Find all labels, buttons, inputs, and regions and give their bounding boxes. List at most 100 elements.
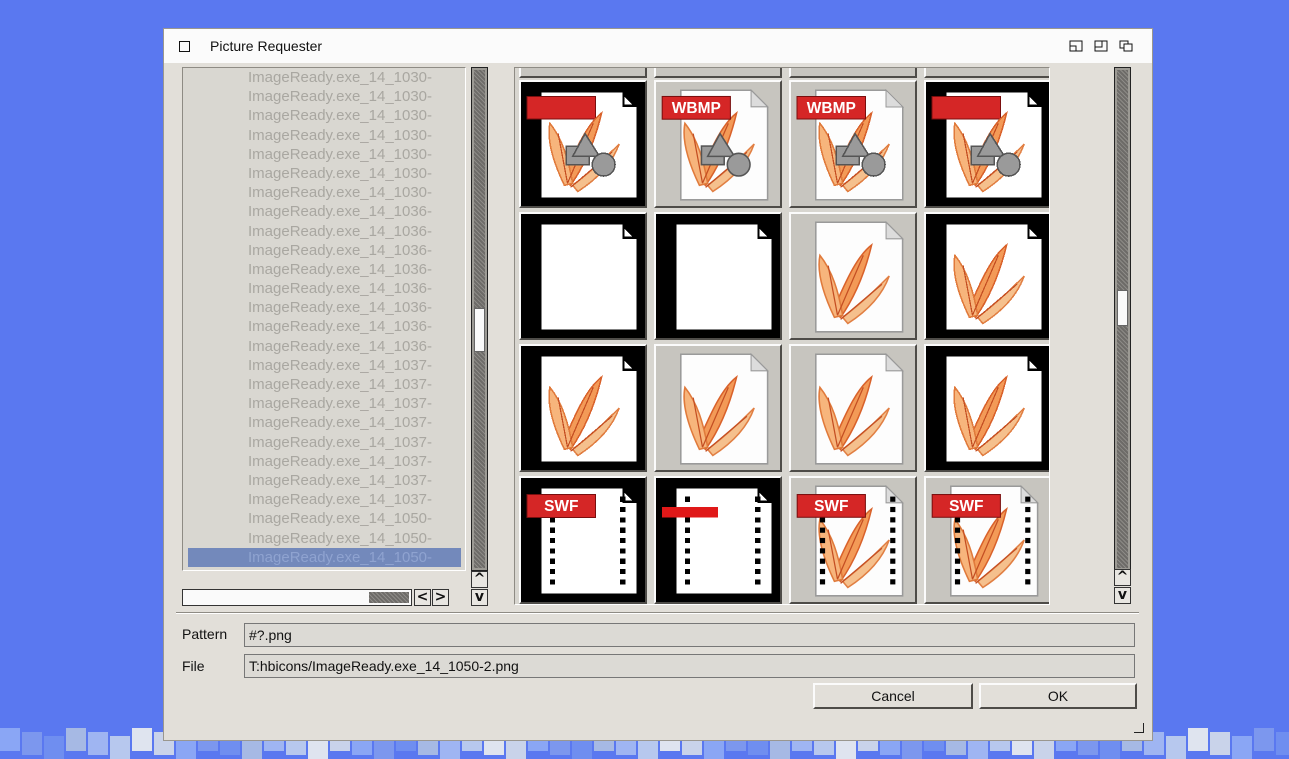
file-list-item[interactable]: ImageReady.exe_14_1030- bbox=[183, 87, 465, 106]
image-thumbnail-icon bbox=[656, 478, 780, 602]
file-list-item[interactable]: ImageReady.exe_14_1030- bbox=[183, 106, 465, 125]
thumbnail-cell[interactable] bbox=[789, 212, 917, 340]
svg-text:SWF: SWF bbox=[544, 498, 578, 515]
file-list-item[interactable]: ImageReady.exe_14_1037- bbox=[183, 394, 465, 413]
file-list-item[interactable]: ImageReady.exe_14_1037- bbox=[183, 356, 465, 375]
thumbnail-grid[interactable]: WBMP WBMP SWF SWF SWF bbox=[514, 67, 1050, 605]
desktop-tile bbox=[1254, 728, 1274, 751]
image-thumbnail-icon bbox=[656, 214, 780, 338]
desktop-tile bbox=[88, 732, 108, 755]
thumbnail-cell[interactable] bbox=[924, 212, 1049, 340]
thumbnail-cell[interactable]: WBMP bbox=[654, 80, 782, 208]
file-list-item[interactable]: ImageReady.exe_14_1036- bbox=[183, 317, 465, 336]
file-list-item[interactable]: ImageReady.exe_14_1030- bbox=[183, 145, 465, 164]
pattern-label: Pattern bbox=[182, 626, 228, 642]
thumbnail-cell[interactable] bbox=[519, 344, 647, 472]
file-list-scroll-up-button[interactable]: ^ bbox=[471, 571, 488, 588]
thumbnail-cell[interactable]: SWF bbox=[924, 476, 1049, 604]
file-list-scroll-right-button[interactable]: > bbox=[432, 589, 449, 606]
image-thumbnail-icon bbox=[815, 353, 904, 465]
thumbnail-cell[interactable] bbox=[519, 68, 647, 78]
file-list-item[interactable]: ImageReady.exe_14_1037- bbox=[183, 490, 465, 509]
thumbnail-cell[interactable] bbox=[654, 344, 782, 472]
thumbnail-cell[interactable]: SWF bbox=[789, 476, 917, 604]
svg-text:SWF: SWF bbox=[814, 498, 848, 515]
desktop-tile bbox=[132, 728, 152, 751]
file-label: File bbox=[182, 658, 205, 674]
thumbnail-scroll-down-button[interactable]: v bbox=[1114, 587, 1131, 604]
separator bbox=[176, 612, 1139, 614]
image-thumbnail-icon: SWF bbox=[931, 485, 1039, 597]
thumbnail-cell[interactable] bbox=[789, 68, 917, 78]
thumbnail-cell[interactable] bbox=[519, 80, 647, 208]
svg-text:WBMP: WBMP bbox=[807, 100, 856, 117]
file-list-item[interactable]: ImageReady.exe_14_1036- bbox=[183, 298, 465, 317]
picture-requester-window: Picture Requester ImageReady.exe_14_1030… bbox=[163, 28, 1153, 741]
file-list-hscroll-knob[interactable] bbox=[369, 592, 409, 603]
thumbnail-cell[interactable]: SWF bbox=[519, 476, 647, 604]
file-list-item[interactable]: ImageReady.exe_14_1037- bbox=[183, 452, 465, 471]
image-thumbnail-icon: WBMP bbox=[661, 89, 769, 201]
file-list-item[interactable]: ImageReady.exe_14_1030- bbox=[183, 164, 465, 183]
file-list[interactable]: ImageReady.exe_14_1030- ImageReady.exe_14… bbox=[182, 67, 466, 571]
resize-gadget-icon[interactable] bbox=[1134, 723, 1144, 733]
desktop-tile bbox=[22, 732, 42, 755]
thumbnail-cell[interactable] bbox=[789, 344, 917, 472]
image-thumbnail-icon bbox=[926, 214, 1049, 338]
thumbnail-cell[interactable] bbox=[924, 80, 1049, 208]
desktop-tile bbox=[110, 736, 130, 759]
thumbnail-vscrollbar[interactable] bbox=[1114, 67, 1131, 571]
thumbnail-cell[interactable] bbox=[654, 476, 782, 604]
file-list-scroll-down-button[interactable]: v bbox=[471, 589, 488, 606]
thumbnail-cell[interactable]: WBMP bbox=[789, 80, 917, 208]
window-title: Picture Requester bbox=[210, 38, 323, 54]
depth-icon[interactable] bbox=[1119, 40, 1133, 52]
file-list-item[interactable]: ImageReady.exe_14_1037- bbox=[183, 471, 465, 490]
file-list-item[interactable]: ImageReady.exe_14_1037- bbox=[183, 413, 465, 432]
file-list-vscrollbar[interactable] bbox=[471, 67, 488, 571]
file-list-scroll-left-button[interactable]: < bbox=[414, 589, 431, 606]
thumbnail-cell[interactable] bbox=[654, 68, 782, 78]
image-thumbnail-icon: SWF bbox=[796, 485, 904, 597]
file-list-scroll-knob[interactable] bbox=[474, 308, 485, 352]
file-list-item[interactable]: ImageReady.exe_14_1036- bbox=[183, 279, 465, 298]
file-list-item[interactable]: ImageReady.exe_14_1030- bbox=[183, 68, 465, 87]
zoom-icon[interactable] bbox=[1094, 40, 1108, 52]
ok-button[interactable]: OK bbox=[979, 683, 1137, 709]
desktop-tile bbox=[1188, 728, 1208, 751]
close-gadget-icon[interactable] bbox=[179, 41, 190, 52]
title-bar[interactable]: Picture Requester bbox=[164, 29, 1152, 63]
file-list-item[interactable]: ImageReady.exe_14_1030- bbox=[183, 126, 465, 145]
pattern-field[interactable]: #?.png bbox=[244, 623, 1135, 647]
thumbnail-scroll-knob[interactable] bbox=[1117, 290, 1128, 326]
file-list-item[interactable]: ImageReady.exe_14_1037- bbox=[183, 433, 465, 452]
file-list-item[interactable]: ImageReady.exe_14_1036- bbox=[183, 337, 465, 356]
file-list-item[interactable]: ImageReady.exe_14_1050- bbox=[183, 529, 465, 548]
svg-text:SWF: SWF bbox=[949, 498, 983, 515]
file-field[interactable]: T:hbicons/ImageReady.exe_14_1050-2.png bbox=[244, 654, 1135, 678]
thumbnail-cell[interactable] bbox=[924, 68, 1049, 78]
thumbnail-cell[interactable] bbox=[519, 212, 647, 340]
file-list-item[interactable]: ImageReady.exe_14_1036- bbox=[183, 202, 465, 221]
thumbnail-scroll-up-button[interactable]: ^ bbox=[1114, 569, 1131, 586]
file-list-hscrollbar[interactable] bbox=[182, 589, 412, 606]
image-thumbnail-icon bbox=[926, 82, 1049, 206]
iconify-icon[interactable] bbox=[1069, 40, 1083, 52]
desktop-tile bbox=[1276, 732, 1289, 755]
thumbnail-cell[interactable] bbox=[654, 212, 782, 340]
image-thumbnail-icon: SWF bbox=[521, 478, 645, 602]
desktop-tile bbox=[1232, 736, 1252, 759]
image-thumbnail-icon bbox=[926, 346, 1049, 470]
file-list-item[interactable]: ImageReady.exe_14_1050- bbox=[188, 547, 461, 567]
image-thumbnail-icon bbox=[521, 82, 645, 206]
file-list-item[interactable]: ImageReady.exe_14_1036- bbox=[183, 222, 465, 241]
desktop-tile bbox=[44, 736, 64, 759]
file-list-item[interactable]: ImageReady.exe_14_1050- bbox=[183, 509, 465, 528]
file-list-item[interactable]: ImageReady.exe_14_1037- bbox=[183, 375, 465, 394]
file-list-item[interactable]: ImageReady.exe_14_1030- bbox=[183, 183, 465, 202]
desktop-tile bbox=[1210, 732, 1230, 755]
cancel-button[interactable]: Cancel bbox=[813, 683, 973, 709]
file-list-item[interactable]: ImageReady.exe_14_1036- bbox=[183, 241, 465, 260]
file-list-item[interactable]: ImageReady.exe_14_1036- bbox=[183, 260, 465, 279]
thumbnail-cell[interactable] bbox=[924, 344, 1049, 472]
